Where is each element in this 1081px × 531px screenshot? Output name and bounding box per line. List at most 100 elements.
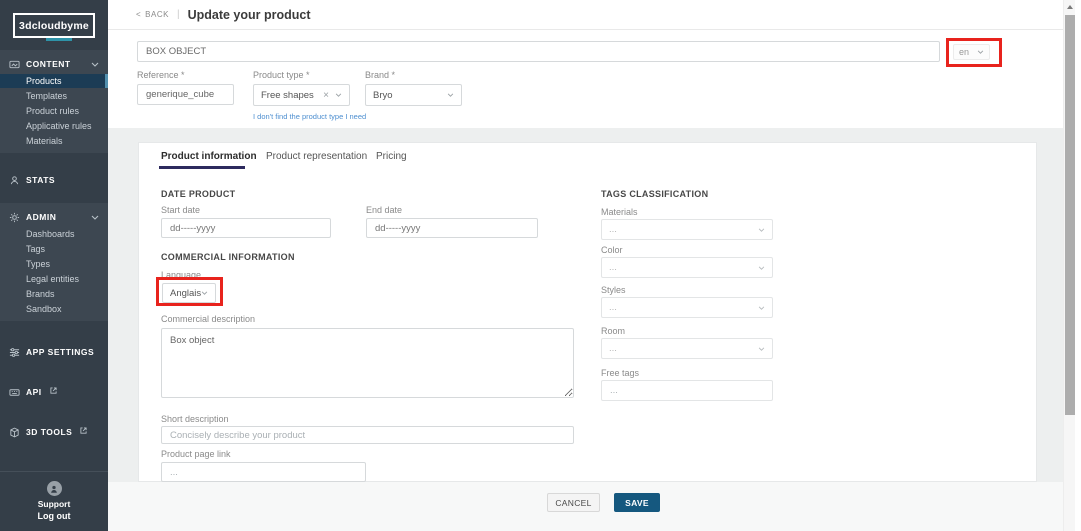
sidebar-item-dashboards[interactable]: Dashboards bbox=[0, 227, 108, 241]
materials-label: Materials bbox=[601, 207, 638, 217]
chevron-down-icon bbox=[758, 265, 765, 270]
color-select[interactable]: ... bbox=[601, 257, 773, 278]
reference-label: Reference * bbox=[137, 70, 185, 80]
main-content: < BACK | Update your product en Referenc… bbox=[108, 0, 1063, 531]
active-tab-indicator bbox=[159, 166, 245, 169]
tab-pricing[interactable]: Pricing bbox=[376, 151, 407, 162]
start-date-input[interactable] bbox=[161, 218, 331, 238]
sidebar-item-sandbox[interactable]: Sandbox bbox=[0, 302, 108, 316]
support-link[interactable]: Support bbox=[0, 499, 108, 509]
up-triangle-icon bbox=[1066, 5, 1073, 9]
color-label: Color bbox=[601, 245, 623, 255]
commercial-description-label: Commercial description bbox=[161, 314, 256, 324]
styles-value: ... bbox=[609, 302, 617, 313]
brand-select[interactable]: Bryo bbox=[365, 84, 462, 106]
product-page-link-input[interactable] bbox=[161, 462, 366, 482]
sidebar-section-label: STATS bbox=[26, 175, 56, 185]
page-scrollbar bbox=[1063, 0, 1075, 531]
sidebar-group-content: CONTENT Products Templates Product rules… bbox=[0, 50, 108, 153]
product-type-value: Free shapes bbox=[261, 89, 314, 101]
reference-input[interactable] bbox=[137, 84, 234, 105]
chevron-down-icon bbox=[758, 346, 765, 351]
sidebar-section-label: APP SETTINGS bbox=[26, 347, 95, 357]
sidebar: 3dcloudbyme CONTENT Products Templates P… bbox=[0, 0, 108, 531]
scrollbar-thumb[interactable] bbox=[1065, 15, 1075, 415]
product-page-link-label: Product page link bbox=[161, 449, 231, 459]
chevron-down-icon bbox=[758, 305, 765, 310]
commercial-section-title: COMMERCIAL INFORMATION bbox=[161, 252, 295, 262]
sidebar-group-admin: ADMIN Dashboards Tags Types Legal entiti… bbox=[0, 203, 108, 321]
sidebar-item-types[interactable]: Types bbox=[0, 257, 108, 271]
cancel-button[interactable]: CANCEL bbox=[547, 493, 600, 512]
materials-select[interactable]: ... bbox=[601, 219, 773, 240]
save-button[interactable]: SAVE bbox=[614, 493, 660, 512]
scrollbar-up-arrow[interactable] bbox=[1064, 0, 1075, 14]
clear-icon[interactable]: × bbox=[323, 90, 329, 101]
commercial-description-textarea[interactable] bbox=[161, 328, 574, 398]
end-date-label: End date bbox=[366, 205, 403, 215]
sidebar-section-label: API bbox=[26, 387, 42, 397]
app-logo[interactable]: 3dcloudbyme bbox=[13, 13, 95, 38]
page-header: < BACK | Update your product bbox=[108, 0, 1063, 30]
sidebar-item-applicative-rules[interactable]: Applicative rules bbox=[0, 119, 108, 133]
color-value: ... bbox=[609, 262, 617, 273]
chevron-down-icon bbox=[335, 93, 342, 97]
product-type-label: Product type * bbox=[253, 70, 310, 80]
sidebar-section-stats[interactable]: STATS bbox=[0, 171, 108, 189]
content-icon bbox=[9, 59, 20, 70]
logout-link[interactable]: Log out bbox=[0, 511, 108, 521]
chevron-down-icon bbox=[758, 227, 765, 232]
chevron-down-icon bbox=[91, 62, 99, 67]
sidebar-section-label: ADMIN bbox=[26, 212, 57, 222]
back-label: BACK bbox=[145, 10, 169, 19]
logo-accent-bar bbox=[46, 38, 72, 41]
sidebar-section-app-settings[interactable]: APP SETTINGS bbox=[0, 343, 108, 361]
sidebar-item-tags[interactable]: Tags bbox=[0, 242, 108, 256]
sidebar-section-label: 3D TOOLS bbox=[26, 427, 73, 437]
gear-icon bbox=[9, 212, 20, 223]
sidebar-item-product-rules[interactable]: Product rules bbox=[0, 104, 108, 118]
sidebar-section-admin[interactable]: ADMIN bbox=[0, 208, 108, 226]
tab-product-representation[interactable]: Product representation bbox=[266, 151, 367, 162]
sidebar-item-brands[interactable]: Brands bbox=[0, 287, 108, 301]
annotation-box-language-code bbox=[946, 38, 1002, 67]
sidebar-item-materials[interactable]: Materials bbox=[0, 134, 108, 148]
support-person-icon bbox=[46, 481, 62, 496]
sidebar-section-api[interactable]: API bbox=[0, 383, 108, 401]
annotation-box-language-select bbox=[156, 277, 223, 306]
product-form-card: Product information Product representati… bbox=[138, 142, 1037, 482]
sidebar-item-templates[interactable]: Templates bbox=[0, 89, 108, 103]
room-select[interactable]: ... bbox=[601, 338, 773, 359]
sidebar-section-label: CONTENT bbox=[26, 59, 71, 69]
header-divider: | bbox=[176, 9, 180, 20]
materials-value: ... bbox=[609, 224, 617, 235]
sidebar-item-legal-entities[interactable]: Legal entities bbox=[0, 272, 108, 286]
room-label: Room bbox=[601, 326, 626, 336]
sidebar-footer: Support Log out bbox=[0, 471, 108, 531]
styles-label: Styles bbox=[601, 285, 626, 295]
external-link-icon bbox=[50, 386, 57, 394]
chevron-down-icon bbox=[447, 93, 454, 97]
chevron-down-icon bbox=[91, 215, 99, 220]
tab-product-information[interactable]: Product information bbox=[161, 151, 257, 162]
free-tags-input[interactable] bbox=[601, 380, 773, 401]
brand-value: Bryo bbox=[373, 89, 393, 101]
app-window: 3dcloudbyme CONTENT Products Templates P… bbox=[0, 0, 1081, 531]
sidebar-item-products[interactable]: Products bbox=[0, 74, 108, 88]
start-date-label: Start date bbox=[161, 205, 201, 215]
sidebar-section-3d-tools[interactable]: 3D TOOLS bbox=[0, 423, 108, 441]
date-section-title: DATE PRODUCT bbox=[161, 189, 236, 199]
product-type-help-link[interactable]: I don't find the product type I need bbox=[253, 112, 366, 121]
product-type-select[interactable]: Free shapes × bbox=[253, 84, 350, 106]
room-value: ... bbox=[609, 343, 617, 354]
tags-section-title: TAGS CLASSIFICATION bbox=[601, 189, 709, 199]
short-description-input[interactable] bbox=[161, 426, 574, 444]
short-description-label: Short description bbox=[161, 414, 229, 424]
sidebar-section-content[interactable]: CONTENT bbox=[0, 55, 108, 73]
page-title: Update your product bbox=[187, 7, 311, 22]
styles-select[interactable]: ... bbox=[601, 297, 773, 318]
end-date-input[interactable] bbox=[366, 218, 538, 238]
back-button[interactable]: < BACK bbox=[136, 10, 169, 19]
product-name-input[interactable] bbox=[137, 41, 940, 62]
back-chevron-icon: < bbox=[136, 10, 142, 19]
